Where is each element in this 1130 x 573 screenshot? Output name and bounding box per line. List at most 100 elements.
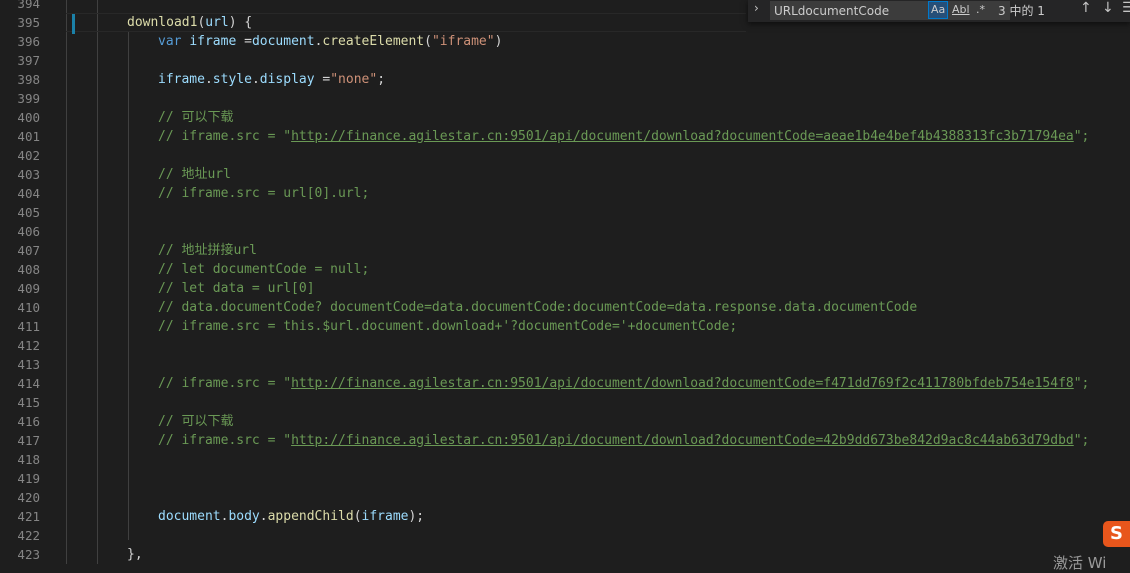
code-line[interactable]: 403 // 地址url — [0, 165, 1130, 184]
code-token: ); — [408, 509, 425, 524]
line-number: 402 — [17, 148, 40, 163]
whole-word-button[interactable]: Abl — [950, 1, 972, 19]
line-number: 412 — [17, 338, 40, 353]
line-code: // let data = url[0] — [158, 279, 315, 298]
code-line[interactable]: 410 // data.documentCode? documentCode=da… — [0, 298, 1130, 317]
regex-button[interactable]: .* — [974, 1, 987, 19]
code-token: // 可以下载 — [158, 414, 234, 429]
code-line[interactable]: 406 — [0, 222, 1130, 241]
code-token: // iframe.src = url[0].url; — [158, 186, 370, 201]
line-number: 404 — [17, 186, 40, 201]
match-case-button[interactable]: Aa — [928, 1, 949, 19]
line-number: 400 — [17, 110, 40, 125]
code-token: = — [236, 34, 252, 49]
code-token: // iframe.src = " — [158, 129, 292, 144]
line-number: 394 — [17, 0, 40, 11]
code-token: . — [204, 72, 213, 87]
line-code: // iframe.src = "http://finance.agilesta… — [158, 431, 1089, 450]
code-token: // iframe.src = this.$url.document.downl… — [158, 319, 738, 334]
code-url-link[interactable]: http://finance.agilestar.cn:9501/api/doc… — [291, 376, 1074, 391]
code-line[interactable]: 417 // iframe.src = "http://finance.agile… — [0, 431, 1130, 450]
line-number: 418 — [17, 452, 40, 467]
code-line[interactable]: 418 — [0, 450, 1130, 469]
code-token: ) — [494, 34, 503, 49]
code-line[interactable]: 397 — [0, 51, 1130, 70]
code-url-link[interactable]: http://finance.agilestar.cn:9501/api/doc… — [291, 129, 1074, 144]
line-number: 396 — [17, 34, 40, 49]
code-token: . — [251, 72, 260, 87]
code-line[interactable]: 401 // iframe.src = "http://finance.agile… — [0, 127, 1130, 146]
code-line[interactable]: 408 // let documentCode = null; — [0, 260, 1130, 279]
toggle-replace-icon[interactable]: › — [754, 1, 759, 15]
code-token: display — [259, 72, 315, 87]
line-number: 414 — [17, 376, 40, 391]
code-line[interactable]: 398 iframe.style.display ="none"; — [0, 70, 1130, 89]
code-line[interactable]: 420 — [0, 488, 1130, 507]
code-token: iframe — [158, 72, 205, 87]
code-token: = — [314, 72, 331, 87]
line-number: 419 — [17, 471, 40, 486]
code-line[interactable]: 407 // 地址拼接url — [0, 241, 1130, 260]
line-number: 407 — [17, 243, 40, 258]
code-line[interactable]: 396 var iframe =document.createElement("i… — [0, 32, 1130, 51]
code-line[interactable]: 423}, — [0, 545, 1130, 564]
next-match-icon[interactable]: ↓ — [1102, 0, 1114, 16]
code-token: // iframe.src = " — [158, 433, 292, 448]
code-line[interactable]: 400 // 可以下载 — [0, 108, 1130, 127]
line-code: // 可以下载 — [158, 412, 233, 431]
code-url-link[interactable]: http://finance.agilestar.cn:9501/api/doc… — [291, 433, 1074, 448]
line-code: iframe.style.display ="none"; — [158, 70, 385, 89]
line-number: 410 — [17, 300, 40, 315]
line-number: 406 — [17, 224, 40, 239]
code-token: ; — [377, 72, 386, 87]
line-code: // iframe.src = "http://finance.agilesta… — [158, 374, 1089, 393]
line-number: 417 — [17, 433, 40, 448]
activation-watermark: 激活 Wi — [1053, 554, 1107, 572]
line-code: var iframe =document.createElement("ifra… — [158, 32, 502, 51]
code-token: // 地址url — [158, 167, 231, 182]
code-token: style — [212, 72, 252, 87]
code-line[interactable]: 419 — [0, 469, 1130, 488]
code-line[interactable]: 405 — [0, 203, 1130, 222]
line-code: // iframe.src = url[0].url; — [158, 184, 369, 203]
line-number: 411 — [17, 319, 40, 334]
line-code: // data.documentCode? documentCode=data.… — [158, 298, 917, 317]
code-line[interactable]: 404 // iframe.src = url[0].url; — [0, 184, 1130, 203]
line-number: 413 — [17, 357, 40, 372]
code-line[interactable]: 422 — [0, 526, 1130, 545]
ime-logo-icon[interactable]: S — [1103, 521, 1130, 547]
find-menu-icon[interactable]: ☰ — [1122, 0, 1130, 16]
code-line[interactable]: 409 // let data = url[0] — [0, 279, 1130, 298]
code-line[interactable]: 413 — [0, 355, 1130, 374]
code-token: }, — [127, 547, 143, 562]
code-token: "none" — [330, 72, 378, 87]
code-token: // iframe.src = " — [158, 376, 292, 391]
line-code: download1(url) { — [127, 13, 252, 32]
previous-match-icon[interactable]: ↑ — [1080, 0, 1092, 16]
code-token: createElement — [322, 34, 425, 49]
line-number: 399 — [17, 91, 40, 106]
line-number: 401 — [17, 129, 40, 144]
code-token: // 可以下载 — [158, 110, 234, 125]
line-code: document.body.appendChild(iframe); — [158, 507, 424, 526]
line-code: // iframe.src = this.$url.document.downl… — [158, 317, 737, 336]
code-line[interactable]: 415 — [0, 393, 1130, 412]
code-line[interactable]: 402 — [0, 146, 1130, 165]
code-line[interactable]: 412 — [0, 336, 1130, 355]
code-token: // let data = url[0] — [158, 281, 315, 296]
code-token: ) { — [228, 15, 253, 30]
code-line[interactable]: 414 // iframe.src = "http://finance.agile… — [0, 374, 1130, 393]
line-number: 422 — [17, 528, 40, 543]
line-number: 423 — [17, 547, 40, 562]
line-number: 420 — [17, 490, 40, 505]
code-token: "; — [1073, 376, 1090, 391]
code-line[interactable]: 399 — [0, 89, 1130, 108]
code-token: "; — [1073, 129, 1090, 144]
code-line[interactable]: 411 // iframe.src = this.$url.document.do… — [0, 317, 1130, 336]
code-token: body — [228, 509, 260, 524]
code-editor[interactable]: 394 395 download1(url) {396 var iframe =doc… — [0, 0, 1130, 564]
code-line[interactable]: 421 document.body.appendChild(iframe); — [0, 507, 1130, 526]
code-token: var — [158, 34, 182, 49]
code-line[interactable]: 416 // 可以下载 — [0, 412, 1130, 431]
find-widget: › Aa Abl .* 3 中的 1 ↑ ↓ ☰ — [748, 0, 1130, 22]
